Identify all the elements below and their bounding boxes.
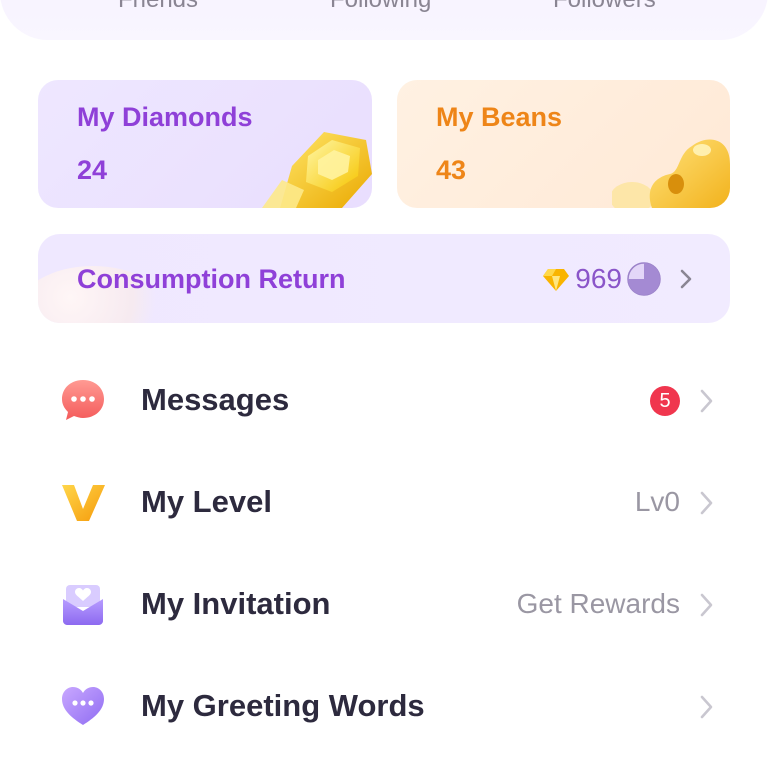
consumption-return-bar[interactable]: Consumption Return 969 xyxy=(38,234,730,323)
chevron-right-icon xyxy=(700,593,713,617)
chevron-right-icon xyxy=(700,695,713,719)
followers-stat[interactable]: Followers xyxy=(553,0,656,14)
gem-icon xyxy=(543,269,570,291)
messages-label: Messages xyxy=(141,382,290,417)
menu-item-my-level[interactable]: My Level Lv0 xyxy=(0,460,768,546)
consumption-summary: 969 xyxy=(543,260,698,298)
bean-icon xyxy=(612,139,730,208)
v-level-icon xyxy=(62,485,105,521)
chevron-right-icon xyxy=(700,491,713,515)
diamond-icon xyxy=(262,132,372,208)
get-rewards-text: Get Rewards xyxy=(516,588,680,619)
menu-item-messages[interactable]: Messages 5 xyxy=(0,358,768,444)
diamonds-title: My Diamonds xyxy=(77,102,253,132)
menu-item-my-greeting-words[interactable]: My Greeting Words xyxy=(0,664,768,750)
consumption-title: Consumption Return xyxy=(77,264,346,294)
menu-item-my-invitation[interactable]: My Invitation Get Rewards xyxy=(0,562,768,648)
heart-chat-icon xyxy=(62,687,104,725)
profile-page: Friends Following Followers My Diamonds … xyxy=(0,0,768,768)
consumption-value: 969 xyxy=(575,263,622,294)
my-invitation-label: My Invitation xyxy=(141,586,331,621)
stats-row: Friends Following Followers xyxy=(0,0,768,40)
diamonds-value: 24 xyxy=(77,155,108,185)
unread-badge: 5 xyxy=(650,386,680,416)
my-greeting-words-label: My Greeting Words xyxy=(141,688,425,723)
beans-title: My Beans xyxy=(436,102,563,132)
friends-stat[interactable]: Friends xyxy=(118,0,198,14)
my-beans-card[interactable]: My Beans 43 xyxy=(397,80,730,208)
envelope-heart-icon xyxy=(63,585,103,625)
beans-value: 43 xyxy=(436,155,467,185)
my-diamonds-card[interactable]: My Diamonds 24 xyxy=(38,80,372,208)
following-stat[interactable]: Following xyxy=(330,0,431,14)
chevron-right-icon xyxy=(680,269,692,289)
chevron-right-icon xyxy=(700,389,713,413)
progress-pie-icon xyxy=(627,262,661,296)
chat-bubble-icon xyxy=(62,380,104,420)
level-value: Lv0 xyxy=(634,486,680,517)
my-level-label: My Level xyxy=(141,484,272,519)
